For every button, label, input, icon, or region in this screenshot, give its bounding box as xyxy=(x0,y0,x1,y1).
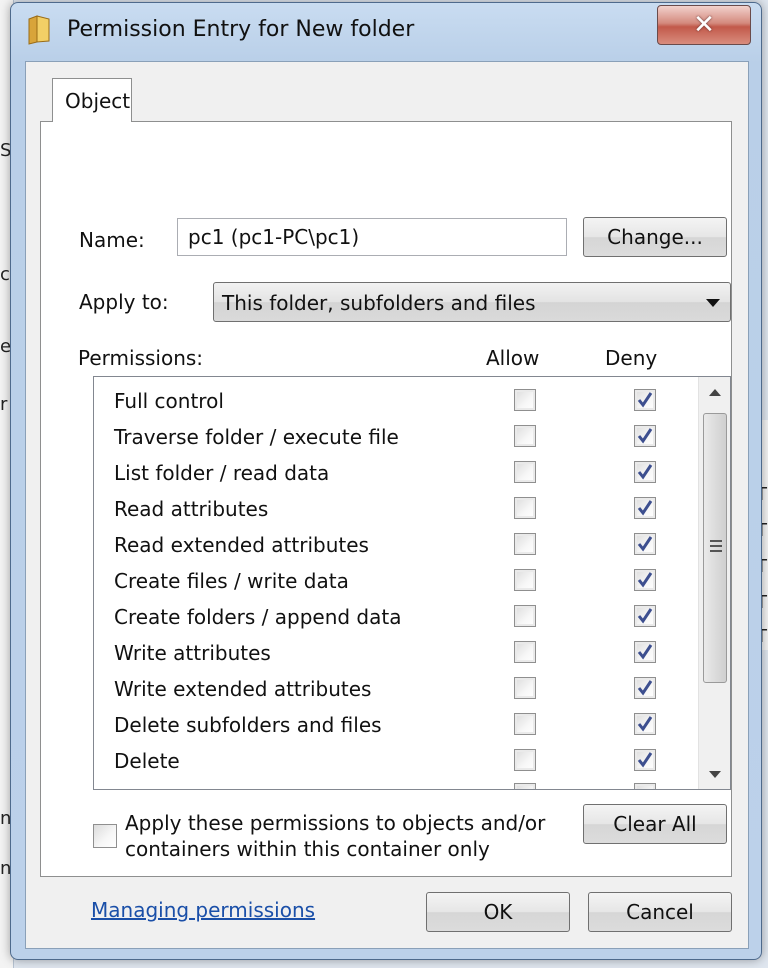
window-title: Permission Entry for New folder xyxy=(67,17,415,42)
allow-checkbox[interactable] xyxy=(514,461,536,483)
permission-row: Create folders / append data xyxy=(94,599,698,635)
allow-checkbox[interactable] xyxy=(514,605,536,627)
permission-name: Full control xyxy=(114,389,224,413)
apply-to-dropdown[interactable]: This folder, subfolders and files xyxy=(213,282,731,322)
permission-row: Read extended attributes xyxy=(94,527,698,563)
checkmark-icon xyxy=(637,752,653,768)
ok-button[interactable]: OK xyxy=(426,892,570,932)
managing-permissions-link[interactable]: Managing permissions xyxy=(91,898,315,922)
permission-name: Traverse folder / execute file xyxy=(114,425,399,449)
permission-name: Create files / write data xyxy=(114,569,349,593)
arrow-down-icon xyxy=(709,770,721,778)
checkmark-icon xyxy=(637,464,653,480)
permission-name: Read extended attributes xyxy=(114,533,369,557)
deny-checkbox[interactable] xyxy=(634,749,656,771)
allow-column-header: Allow xyxy=(486,346,540,370)
grip-line xyxy=(710,550,722,552)
close-icon: ✕ xyxy=(693,10,715,40)
apply-to-selected: This folder, subfolders and files xyxy=(222,291,536,315)
folder-icon xyxy=(28,15,50,45)
permissions-scrollbar[interactable] xyxy=(698,377,730,789)
deny-checkbox[interactable] xyxy=(634,605,656,627)
permission-row: Write extended attributes xyxy=(94,671,698,707)
clear-all-button[interactable]: Clear All xyxy=(583,804,727,844)
deny-column-header: Deny xyxy=(605,346,658,370)
dialog-client-area: Object Name: pc1 (pc1-PC\pc1) Change... … xyxy=(25,61,749,949)
permissions-list: Full control Traverse folder / execute fi… xyxy=(93,376,731,790)
grip-line xyxy=(710,545,722,547)
deny-checkbox[interactable] xyxy=(634,425,656,447)
permission-name: Write extended attributes xyxy=(114,677,372,701)
allow-checkbox[interactable] xyxy=(514,713,536,735)
allow-checkbox[interactable] xyxy=(514,497,536,519)
checkmark-icon xyxy=(637,608,653,624)
permission-row: List folder / read data xyxy=(94,455,698,491)
scroll-up-button[interactable] xyxy=(699,377,730,407)
allow-checkbox[interactable] xyxy=(514,425,536,447)
permission-row: Traverse folder / execute file xyxy=(94,419,698,455)
permission-row: Delete xyxy=(94,743,698,779)
object-tab-panel: Name: pc1 (pc1-PC\pc1) Change... Apply t… xyxy=(40,121,732,922)
allow-checkbox[interactable] xyxy=(514,533,536,555)
permission-name: Create folders / append data xyxy=(114,605,402,629)
checkmark-icon xyxy=(637,680,653,696)
allow-checkbox[interactable] xyxy=(514,569,536,591)
allow-checkbox[interactable] xyxy=(514,677,536,699)
deny-checkbox[interactable] xyxy=(634,461,656,483)
checkmark-icon xyxy=(637,500,653,516)
deny-checkbox[interactable] xyxy=(634,713,656,735)
apply-only-checkbox[interactable] xyxy=(93,824,117,848)
checkmark-icon xyxy=(637,428,653,444)
cancel-button[interactable]: Cancel xyxy=(588,892,732,932)
tab-object[interactable]: Object xyxy=(52,78,132,122)
allow-checkbox[interactable] xyxy=(514,749,536,771)
dropdown-arrow-icon xyxy=(706,299,720,307)
deny-checkbox[interactable] xyxy=(634,569,656,591)
permission-row: Create files / write data xyxy=(94,563,698,599)
permission-row: Delete subfolders and files xyxy=(94,707,698,743)
permission-name: List folder / read data xyxy=(114,461,330,485)
scroll-thumb[interactable] xyxy=(703,413,727,683)
permissions-header: Permissions: xyxy=(78,346,204,370)
allow-checkbox[interactable] xyxy=(514,641,536,663)
name-label: Name: xyxy=(79,228,145,252)
deny-checkbox[interactable] xyxy=(634,783,656,789)
permission-entry-dialog: Permission Entry for New folder ✕ Object… xyxy=(10,2,762,960)
checkmark-icon xyxy=(637,644,653,660)
allow-checkbox[interactable] xyxy=(514,389,536,411)
permission-name: Delete subfolders and files xyxy=(114,713,382,737)
permission-row: Read attributes xyxy=(94,491,698,527)
permission-row: Write attributes xyxy=(94,635,698,671)
permission-name: Delete xyxy=(114,749,180,773)
checkmark-icon xyxy=(637,572,653,588)
checkmark-icon xyxy=(637,536,653,552)
permission-row-partial xyxy=(94,777,698,789)
checkmark-icon xyxy=(637,716,653,732)
deny-checkbox[interactable] xyxy=(634,677,656,699)
deny-checkbox[interactable] xyxy=(634,533,656,555)
permission-name: Read attributes xyxy=(114,497,269,521)
checkmark-icon xyxy=(637,392,653,408)
deny-checkbox[interactable] xyxy=(634,389,656,411)
arrow-up-icon xyxy=(709,388,721,396)
grip-icon xyxy=(710,540,722,542)
deny-checkbox[interactable] xyxy=(634,641,656,663)
name-field[interactable]: pc1 (pc1-PC\pc1) xyxy=(177,218,567,256)
apply-only-label: Apply these permissions to objects and/o… xyxy=(125,811,546,861)
allow-checkbox[interactable] xyxy=(514,783,536,789)
apply-to-label: Apply to: xyxy=(79,290,169,314)
permission-name: Write attributes xyxy=(114,641,271,665)
change-button[interactable]: Change... xyxy=(583,217,727,257)
close-button[interactable]: ✕ xyxy=(657,5,751,45)
deny-checkbox[interactable] xyxy=(634,497,656,519)
permission-row: Full control xyxy=(94,383,698,419)
scroll-down-button[interactable] xyxy=(699,759,730,789)
